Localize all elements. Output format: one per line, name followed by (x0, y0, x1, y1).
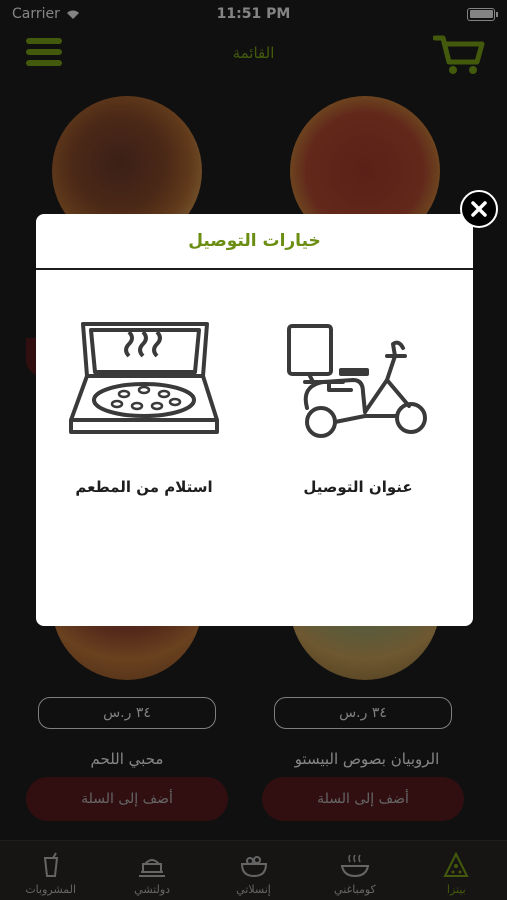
app-screen: Carrier 11:51 PM القائمة ٣٤ ر.س ٣٤ ر.س م… (0, 0, 507, 900)
scooter-icon (287, 324, 427, 438)
close-modal-button[interactable] (460, 190, 498, 228)
delivery-options-modal: خيارات التوصيل عنوان التوصيل استلام من ا… (36, 214, 473, 626)
restaurant-pickup-option[interactable]: استلام من المطعم (54, 320, 234, 496)
pizza-box-icon (69, 322, 219, 434)
delivery-address-option[interactable]: عنوان التوصيل (268, 320, 448, 496)
option-label: استلام من المطعم (75, 478, 213, 496)
modal-title: خيارات التوصيل (36, 214, 473, 270)
close-icon (471, 201, 487, 217)
option-label: عنوان التوصيل (303, 478, 413, 496)
